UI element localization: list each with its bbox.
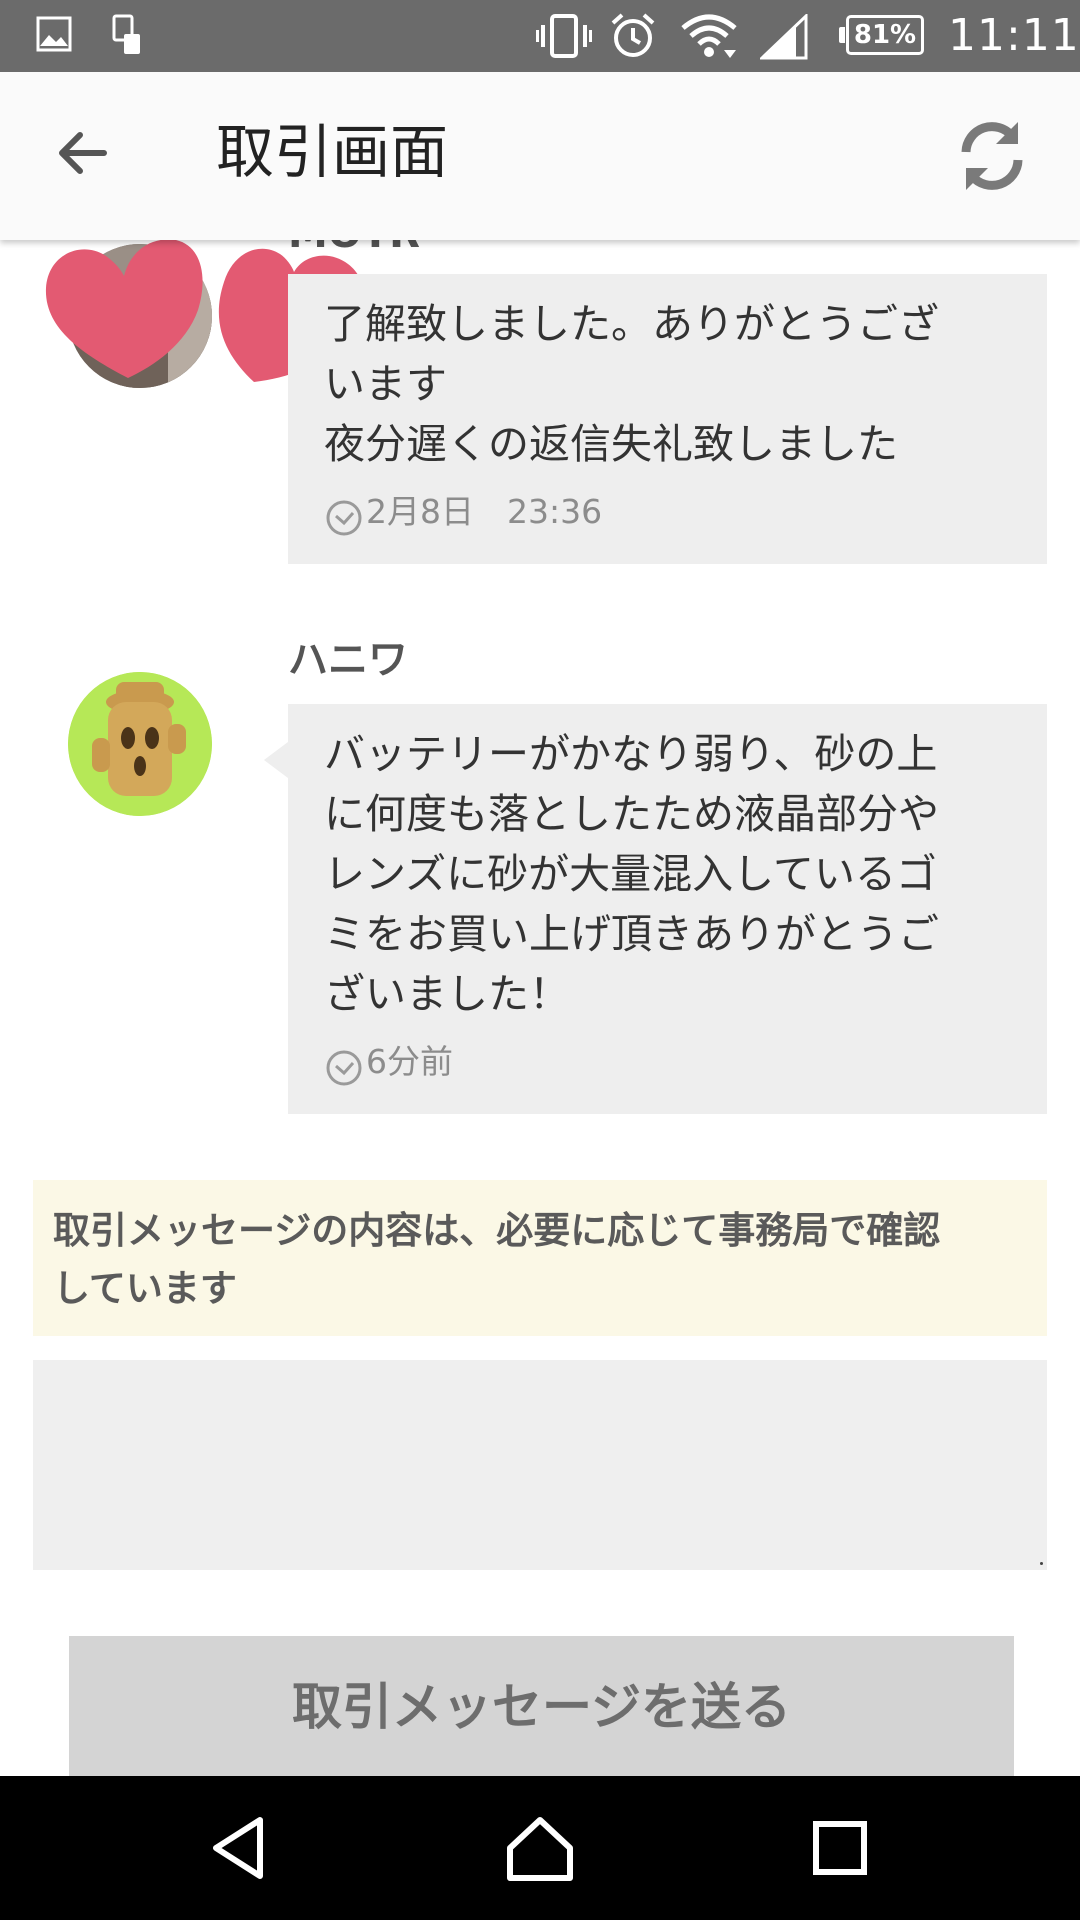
wifi-icon	[681, 14, 737, 58]
home-icon	[507, 1817, 573, 1881]
bubble-tail	[264, 742, 288, 778]
alarm-icon	[611, 13, 655, 57]
clock-icon	[326, 500, 362, 536]
navigation-bar	[0, 1776, 1080, 1920]
message-line: ざいました！	[324, 970, 570, 1018]
message-line: います	[324, 360, 447, 408]
message-input[interactable]	[33, 1360, 1047, 1570]
message-line: 夜分遅くの返信失礼致しました	[324, 420, 898, 468]
message-line: レンズに砂が大量混入しているゴ	[324, 850, 937, 898]
recents-icon	[813, 1821, 867, 1875]
timestamp-text: 6分前	[366, 1042, 453, 1081]
app-bar: 取引画面	[0, 72, 1080, 240]
message-timestamp: 6分前	[324, 1042, 1011, 1086]
refresh-button[interactable]	[944, 108, 1040, 204]
notice-line: しています	[53, 1267, 237, 1310]
message-timestamp: 2月8日 23:36	[324, 492, 1011, 536]
page-title: 取引画面	[216, 118, 449, 186]
back-button[interactable]	[40, 108, 130, 198]
moderation-notice: 取引メッセージの内容は、必要に応じて事務局で確認 しています	[33, 1180, 1047, 1336]
message-text: バッテリーがかなり弱り、砂の上 に何度も落としたため液晶部分や レンズに砂が大量…	[324, 724, 1011, 1024]
message-line: ミをお買い上げ頂きありがとうご	[324, 910, 939, 958]
sender-name: ハニワ	[288, 637, 408, 683]
message-text: 了解致しました。ありがとうござ います 夜分遅くの返信失礼致しました	[324, 294, 1011, 474]
message-line: に何度も落としたため液晶部分や	[324, 790, 939, 838]
resize-handle-icon[interactable]	[1040, 1562, 1043, 1565]
timestamp-text: 2月8日 23:36	[366, 492, 603, 531]
send-message-button[interactable]: 取引メッセージを送る	[69, 1636, 1014, 1776]
battery-indicator: 81%	[839, 15, 924, 55]
message-line: バッテリーがかなり弱り、砂の上	[324, 730, 938, 778]
nav-recents-button[interactable]	[800, 1808, 880, 1888]
refresh-icon	[961, 122, 1023, 190]
nav-home-button[interactable]	[500, 1808, 580, 1888]
signal-icon	[760, 14, 808, 60]
image-icon	[36, 16, 72, 52]
avatar	[68, 672, 212, 816]
message-bubble: 了解致しました。ありがとうござ います 夜分遅くの返信失礼致しました 2月8日 …	[288, 274, 1047, 564]
vibrate-icon	[536, 14, 592, 58]
back-triangle-icon	[213, 1817, 263, 1879]
status-bar: 81% 11:11	[0, 0, 1080, 72]
phone-icon	[112, 14, 140, 54]
clock-icon	[326, 1050, 362, 1086]
message-thread[interactable]: MOTR 了解致しました。ありがとうござ います 夜分遅くの返信失礼致しました	[0, 240, 1080, 1776]
notice-line: 取引メッセージの内容は、必要に応じて事務局で確認	[53, 1209, 941, 1252]
arrow-left-icon	[59, 132, 107, 174]
nav-back-button[interactable]	[202, 1808, 282, 1888]
status-clock: 11:11	[948, 10, 1080, 61]
message-bubble: バッテリーがかなり弱り、砂の上 に何度も落としたため液晶部分や レンズに砂が大量…	[264, 704, 1047, 1114]
message-line: 了解致しました。ありがとうござ	[324, 300, 939, 348]
